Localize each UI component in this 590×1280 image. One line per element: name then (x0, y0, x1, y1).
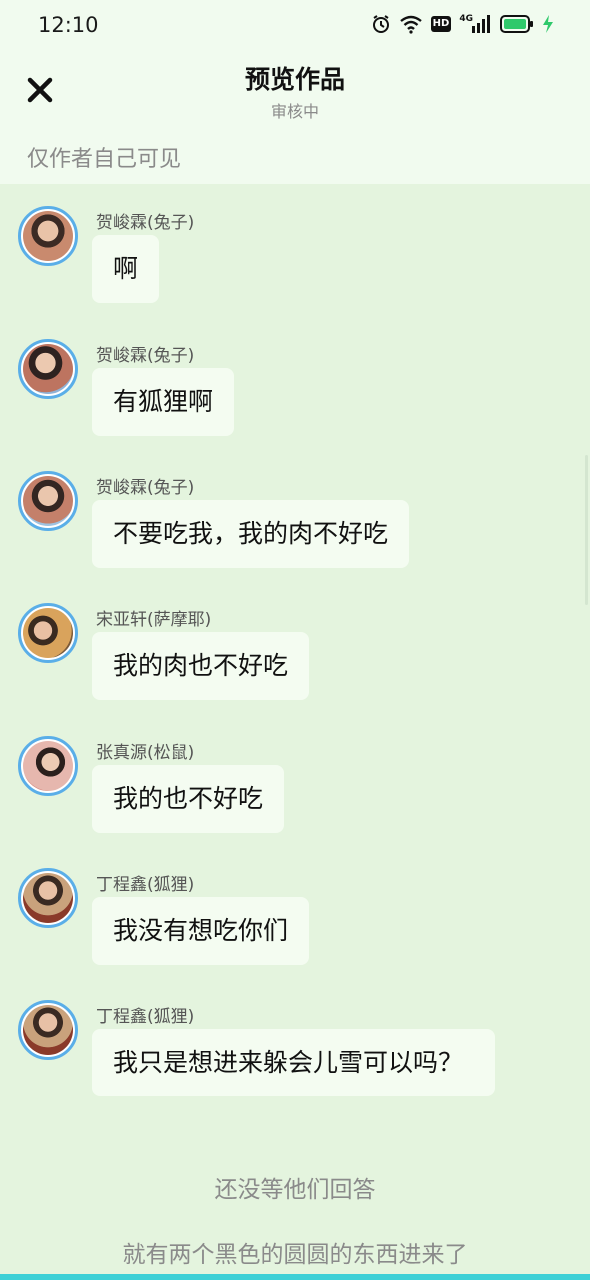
page-title: 预览作品 (244, 65, 345, 94)
message-bubble[interactable]: 有狐狸啊 (92, 368, 235, 436)
sender-name: 贺峻霖(兔子) (96, 213, 195, 233)
sender-name: 丁程鑫(狐狸) (96, 1007, 195, 1027)
message-bubble[interactable]: 我只是想进来躲会儿雪可以吗？ (92, 1029, 495, 1096)
avatar[interactable] (18, 603, 78, 663)
narration-text: 还没等他们回答 (214, 1177, 376, 1203)
signal-icon: 4G (459, 14, 492, 34)
avatar[interactable] (18, 1000, 78, 1060)
review-status: 审核中 (270, 102, 319, 121)
visibility-note: 仅作者自己可见 (27, 147, 182, 172)
wifi-icon (399, 14, 423, 34)
avatar[interactable] (18, 206, 78, 266)
message-bubble[interactable]: 我的肉也不好吃 (92, 632, 310, 700)
message-bubble[interactable]: 我没有想吃你们 (92, 897, 310, 965)
status-time: 12:10 (38, 13, 99, 37)
charging-icon (542, 14, 554, 34)
bottom-accent-bar (0, 1274, 590, 1280)
sender-name: 宋亚轩(萨摩耶) (96, 610, 212, 630)
hd-icon: HD (430, 16, 452, 32)
header-area: 12:10 HD 4G 预览作品 审核中 仅作者自己可见 (0, 0, 590, 184)
battery-icon (500, 14, 534, 34)
message-bubble[interactable]: 啊 (92, 235, 160, 303)
scrollbar[interactable] (585, 455, 588, 605)
message-bubble[interactable]: 不要吃我，我的肉不好吃 (92, 500, 410, 568)
avatar[interactable] (18, 339, 78, 399)
sender-name: 丁程鑫(狐狸) (96, 875, 195, 895)
avatar[interactable] (18, 471, 78, 531)
avatar[interactable] (18, 736, 78, 796)
sender-name: 贺峻霖(兔子) (96, 346, 195, 366)
narration-text: 就有两个黑色的圆圆的东西进来了 (122, 1242, 468, 1268)
alarm-icon (371, 14, 391, 34)
message-bubble[interactable]: 我的也不好吃 (92, 765, 285, 833)
avatar[interactable] (18, 868, 78, 928)
sender-name: 贺峻霖(兔子) (96, 478, 195, 498)
sender-name: 张真源(松鼠) (96, 743, 195, 763)
status-icons: HD 4G (371, 14, 554, 34)
